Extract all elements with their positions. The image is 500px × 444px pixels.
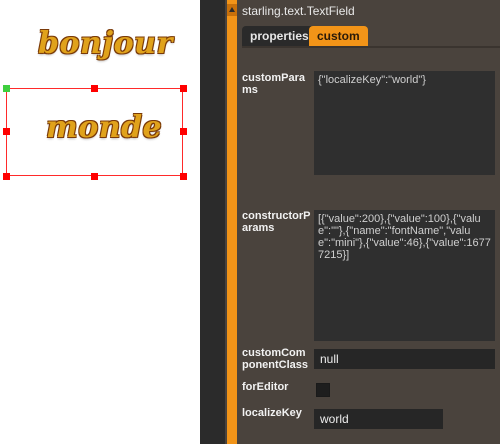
inspector-panel: starling.text.TextField properties custo… xyxy=(225,0,500,444)
tab-divider xyxy=(242,46,500,48)
constructor-params-label: constructorParams xyxy=(242,210,311,234)
handle-top-right[interactable] xyxy=(180,85,187,92)
component-class-title: starling.text.TextField xyxy=(242,4,355,18)
selection-box xyxy=(6,88,183,176)
handle-middle-left[interactable] xyxy=(3,128,10,135)
selection-pivot-handle[interactable] xyxy=(3,85,10,92)
handle-bottom-left[interactable] xyxy=(3,173,10,180)
for-editor-checkbox[interactable] xyxy=(316,383,330,397)
stage-gutter xyxy=(200,0,225,444)
tab-custom[interactable]: custom xyxy=(309,26,368,46)
tab-properties[interactable]: properties xyxy=(242,26,317,46)
handle-bottom-right[interactable] xyxy=(180,173,187,180)
handle-middle-right[interactable] xyxy=(180,128,187,135)
custom-params-label: customParams xyxy=(242,72,305,96)
custom-component-class-label: customComponentClass xyxy=(242,347,309,371)
custom-params-textarea[interactable]: {"localizeKey":"world"} xyxy=(314,71,495,175)
stage-canvas[interactable]: bonjour monde xyxy=(0,0,200,444)
for-editor-label: forEditor xyxy=(242,381,289,393)
handle-top-middle[interactable] xyxy=(91,85,98,92)
text-field-bonjour[interactable]: bonjour xyxy=(38,26,173,61)
localize-key-label: localizeKey xyxy=(242,407,302,419)
constructor-params-textarea[interactable]: [{"value":200},{"value":100},{"value":""… xyxy=(314,210,495,341)
custom-component-class-field[interactable]: null xyxy=(314,349,495,369)
collapse-arrow-icon[interactable] xyxy=(227,4,237,16)
handle-bottom-middle[interactable] xyxy=(91,173,98,180)
inspector-scroll-rail[interactable] xyxy=(227,0,237,444)
localize-key-field[interactable]: world xyxy=(314,409,443,429)
